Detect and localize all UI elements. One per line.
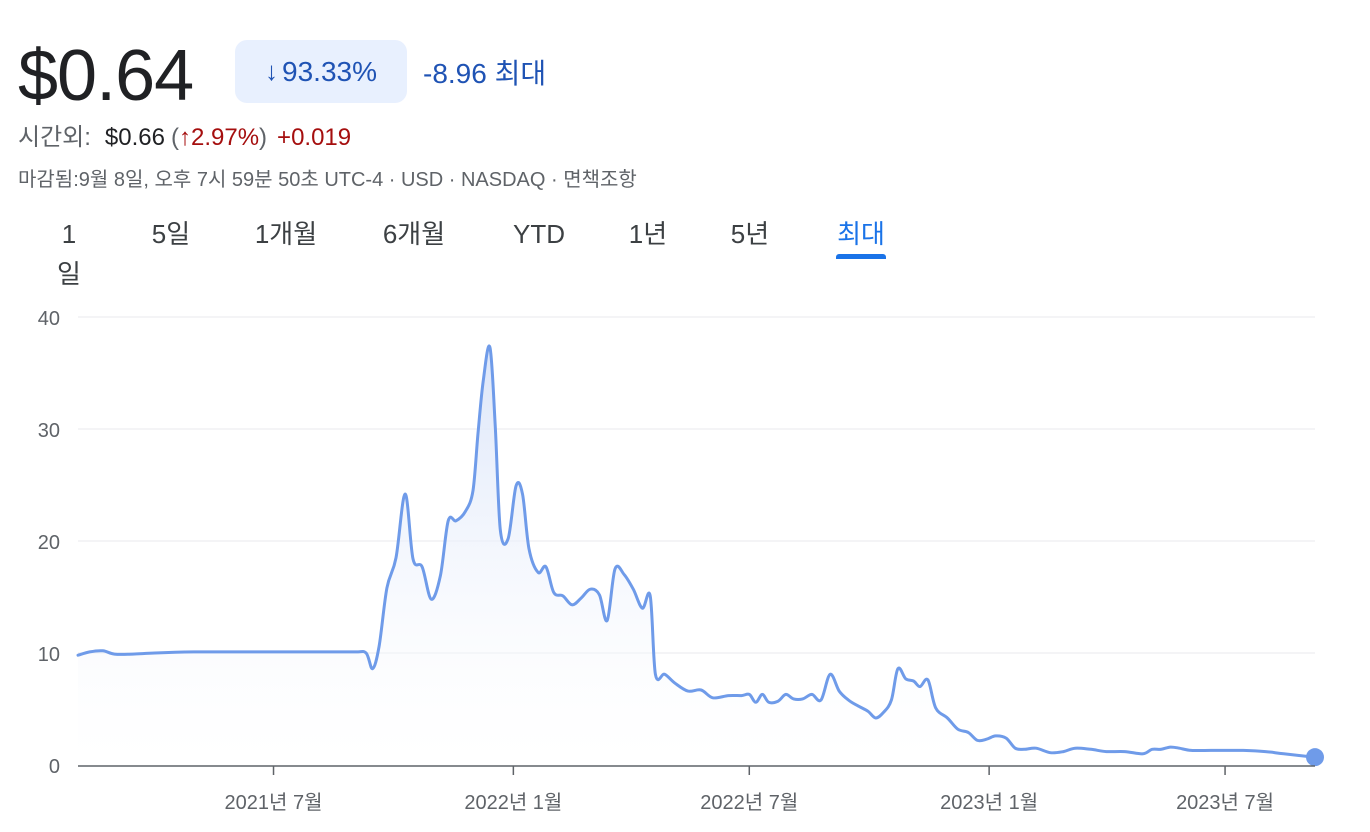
tab-label: 5일 [151,219,191,249]
price-area-fill [78,345,1315,765]
after-hours-label: 시간외: [18,124,91,151]
latest-price-marker [1306,748,1324,767]
x-tick-label: 2022년 1월 [464,791,562,814]
tab-label: 1일 [57,219,81,289]
tab-max[interactable]: 최대 [836,214,886,259]
y-tick-label: 30 [38,420,60,442]
range-tabs: 1일 5일 1개월 6개월 YTD 1년 5년 최대 [0,214,1370,289]
tab-label: 6개월 [382,219,446,249]
y-tick-label: 10 [38,644,60,666]
y-tick-label: 40 [38,308,60,330]
tab-6-month[interactable]: 6개월 [380,214,448,254]
tab-label: 5년 [730,219,770,249]
after-hours-row: 시간외: $0.66 ( ↑ 2.97% ) +0.019 [18,122,351,154]
tab-1-month[interactable]: 1개월 [254,214,318,254]
change-absolute: -8.96 최대 [423,58,547,89]
y-tick-label: 0 [49,756,60,778]
x-tick-label: 2021년 7월 [225,791,323,814]
tab-label: 1년 [628,219,668,249]
change-percent-badge: ↓ 93.33% [235,40,407,103]
arrow-down-icon: ↓ [265,56,279,86]
x-tick-label: 2023년 1월 [940,791,1038,814]
market-status-line: 마감됨:9월 8일, 오후 7시 59분 50초 UTC-4 · USD · N… [18,169,637,191]
active-tab-indicator [836,254,886,259]
tab-5-year[interactable]: 5년 [728,214,772,254]
tab-label: 최대 [837,219,885,249]
tab-label: YTD [513,219,565,249]
arrow-up-icon: ↑ [178,124,191,151]
y-tick-label: 20 [38,532,60,554]
tab-label: 1개월 [254,219,318,249]
tab-ytd[interactable]: YTD [510,214,568,254]
after-hours-change: +0.019 [277,124,352,151]
x-tick-label: 2022년 7월 [700,791,798,814]
after-hours-close-paren: ) [259,124,268,151]
change-percent: 93.33% [282,55,377,87]
x-tick-label: 2023년 7월 [1176,791,1274,814]
current-price: $0.64 [18,36,194,116]
tab-5-day[interactable]: 5일 [150,214,192,254]
after-hours-percent: 2.97% [190,124,260,151]
after-hours-price: $0.66 [104,124,165,151]
tab-1-year[interactable]: 1년 [628,214,668,254]
price-chart[interactable]: 0 10 20 30 40 2021년 7월 2022년 1월 2022년 7월 2023년 1… [0,280,1370,832]
after-hours-open-paren: ( [170,124,179,151]
